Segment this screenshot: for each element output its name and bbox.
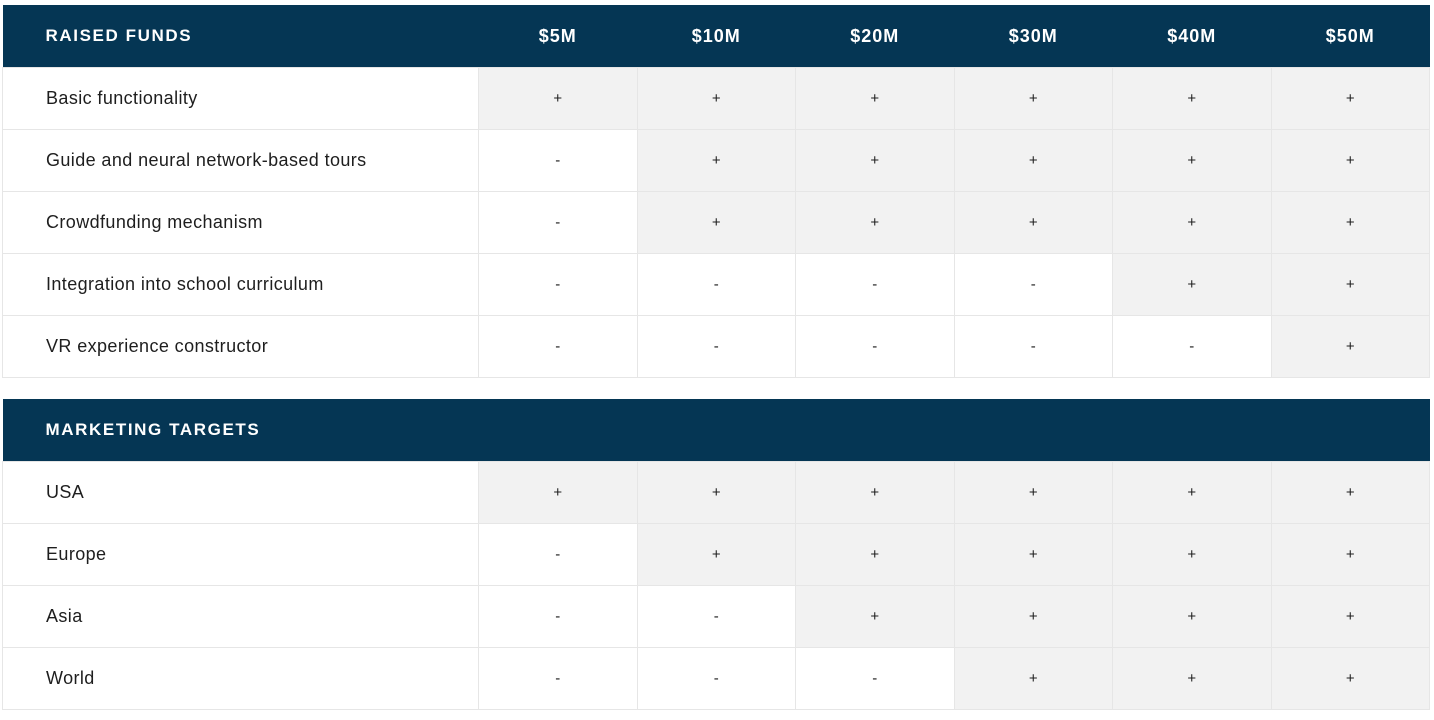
included-cell: + xyxy=(1270,523,1431,586)
included-cell: + xyxy=(1270,67,1430,130)
included-cell: + xyxy=(1112,191,1272,254)
excluded-cell: - xyxy=(478,129,638,192)
excluded-cell: - xyxy=(636,585,796,648)
excluded-cell: - xyxy=(795,315,955,378)
excluded-cell: - xyxy=(953,253,1113,316)
included-cell: + xyxy=(1112,253,1272,316)
included-cell: + xyxy=(636,461,796,524)
excluded-cell: - xyxy=(636,315,796,378)
row-label: Asia xyxy=(2,585,479,648)
included-cell: + xyxy=(1270,647,1431,710)
table-row: World - - - + + + xyxy=(2,647,1431,710)
table-row: USA + + + + + + xyxy=(2,461,1431,524)
roadmap-tables: RAISED FUNDS $5M $10M $20M $30M $40M $50… xyxy=(2,5,1431,710)
excluded-cell: - xyxy=(636,647,796,710)
marketing-targets-header: MARKETING TARGETS xyxy=(2,399,1430,462)
row-label: Guide and neural network-based tours xyxy=(2,129,479,192)
table-row: Integration into school curriculum - - - - + + xyxy=(2,253,1430,316)
tier-header-40m: $40M xyxy=(1112,5,1271,68)
included-cell: + xyxy=(1270,461,1431,524)
table-row: Europe - + + + + + xyxy=(2,523,1431,586)
table-row: Guide and neural network-based tours - + + +… xyxy=(2,129,1430,192)
excluded-cell: - xyxy=(478,523,638,586)
excluded-cell: - xyxy=(478,585,638,648)
row-label: Crowdfunding mechanism xyxy=(2,191,479,254)
row-label: Basic functionality xyxy=(2,67,479,130)
included-cell: + xyxy=(795,523,955,586)
included-cell: + xyxy=(953,191,1113,254)
marketing-targets-title: MARKETING TARGETS xyxy=(2,399,1430,462)
table-row: Crowdfunding mechanism - + + + + + xyxy=(2,191,1430,254)
included-cell: + xyxy=(1112,523,1272,586)
row-label: Integration into school curriculum xyxy=(2,253,479,316)
tier-header-50m: $50M xyxy=(1271,5,1430,68)
tier-header-30m: $30M xyxy=(954,5,1113,68)
tier-header-20m: $20M xyxy=(795,5,954,68)
raised-funds-title: RAISED FUNDS xyxy=(2,5,479,68)
included-cell: + xyxy=(795,129,955,192)
excluded-cell: - xyxy=(478,191,638,254)
row-label: VR experience constructor xyxy=(2,315,479,378)
included-cell: + xyxy=(1270,129,1430,192)
included-cell: + xyxy=(636,523,796,586)
included-cell: + xyxy=(478,67,638,130)
included-cell: + xyxy=(1112,129,1272,192)
tier-header-5m: $5M xyxy=(478,5,637,68)
included-cell: + xyxy=(1112,585,1272,648)
included-cell: + xyxy=(636,129,796,192)
excluded-cell: - xyxy=(478,647,638,710)
included-cell: + xyxy=(953,129,1113,192)
included-cell: + xyxy=(478,461,638,524)
raised-funds-header: RAISED FUNDS $5M $10M $20M $30M $40M $50… xyxy=(2,5,1430,68)
included-cell: + xyxy=(1112,67,1272,130)
row-label: USA xyxy=(2,461,479,524)
included-cell: + xyxy=(953,585,1113,648)
included-cell: + xyxy=(953,67,1113,130)
included-cell: + xyxy=(1270,585,1431,648)
excluded-cell: - xyxy=(795,253,955,316)
included-cell: + xyxy=(1270,191,1430,254)
included-cell: + xyxy=(953,523,1113,586)
included-cell: + xyxy=(636,191,796,254)
table-row: VR experience constructor - - - - - + xyxy=(2,315,1430,378)
table-row: Asia - - + + + + xyxy=(2,585,1431,648)
row-label: World xyxy=(2,647,479,710)
tier-header-10m: $10M xyxy=(637,5,796,68)
included-cell: + xyxy=(636,67,796,130)
excluded-cell: - xyxy=(795,647,955,710)
excluded-cell: - xyxy=(478,253,638,316)
excluded-cell: - xyxy=(636,253,796,316)
included-cell: + xyxy=(1112,647,1272,710)
excluded-cell: - xyxy=(478,315,638,378)
included-cell: + xyxy=(795,585,955,648)
included-cell: + xyxy=(1270,253,1430,316)
included-cell: + xyxy=(1270,315,1430,378)
included-cell: + xyxy=(1112,461,1272,524)
raised-funds-table: RAISED FUNDS $5M $10M $20M $30M $40M $50… xyxy=(2,5,1430,378)
included-cell: + xyxy=(795,461,955,524)
included-cell: + xyxy=(795,191,955,254)
included-cell: + xyxy=(953,461,1113,524)
marketing-targets-table: MARKETING TARGETS USA + + + + + + Europe - + + + + + A… xyxy=(2,399,1431,710)
table-row: Basic functionality + + + + + + xyxy=(2,67,1430,130)
excluded-cell: - xyxy=(953,315,1113,378)
row-label: Europe xyxy=(2,523,479,586)
excluded-cell: - xyxy=(1112,315,1272,378)
included-cell: + xyxy=(795,67,955,130)
included-cell: + xyxy=(953,647,1113,710)
